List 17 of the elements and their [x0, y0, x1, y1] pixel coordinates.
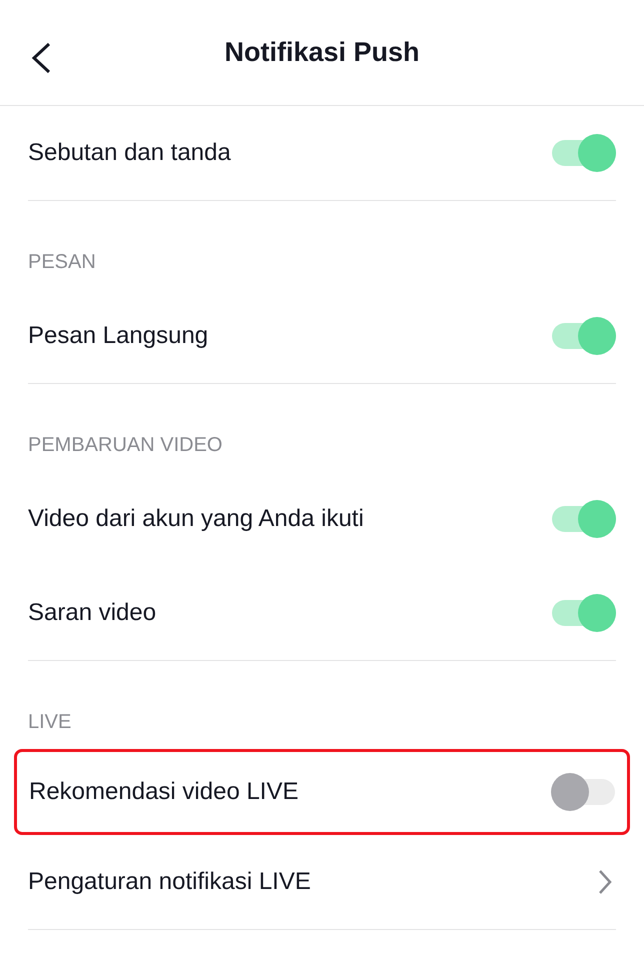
section-heading: PEMBARUAN VIDEO [28, 434, 222, 456]
section-heading: PESAN [28, 251, 96, 273]
setting-label: Rekomendasi video LIVE [29, 777, 298, 807]
chevron-left-icon [30, 42, 52, 74]
section-heading: LIVE [28, 711, 72, 733]
setting-label: Video dari akun yang Anda ikuti [28, 504, 364, 534]
setting-label: Pesan Langsung [28, 321, 208, 351]
toggle-switch[interactable] [551, 773, 615, 811]
toggle-switch[interactable] [552, 594, 616, 632]
setting-label: Sebutan dan tanda [28, 138, 231, 168]
toggle-switch[interactable] [552, 134, 616, 172]
toggle-switch[interactable] [552, 500, 616, 538]
chevron-right-icon[interactable] [598, 869, 612, 895]
setting-label: Saran video [28, 598, 156, 628]
setting-label: Pengaturan notifikasi LIVE [28, 867, 311, 897]
toggle-switch[interactable] [552, 317, 616, 355]
page-title: Notifikasi Push [224, 36, 420, 70]
